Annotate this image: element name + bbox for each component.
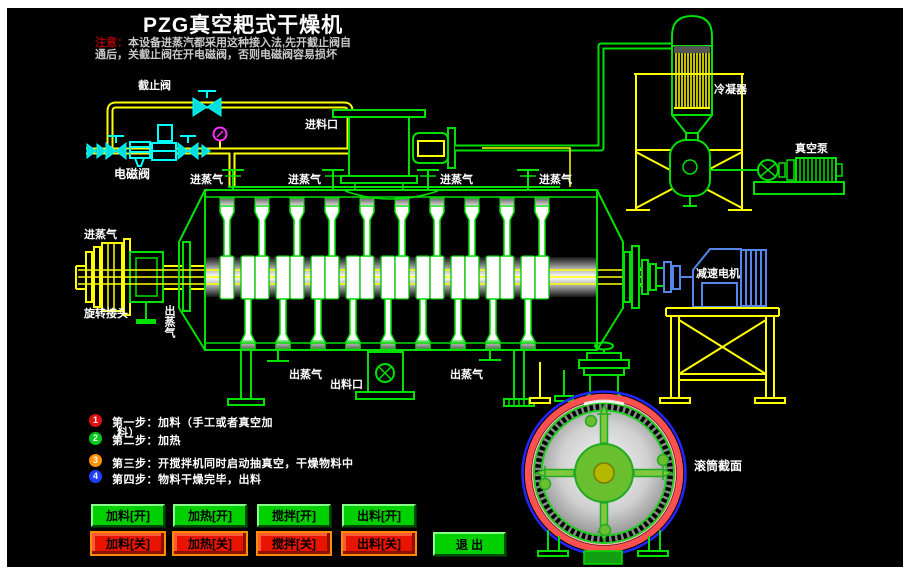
notice-line-1: 注意：本设备进蒸汽都采用这种接入法,先开截止阀自: [95, 37, 351, 49]
step-4-badge: 4: [89, 470, 102, 483]
steam-in-label: 进蒸气: [440, 172, 473, 186]
stop-valve-label: 截止阀: [138, 78, 171, 92]
steam-out-label: 出蒸气: [289, 367, 322, 381]
gear-motor-label: 减速电机: [696, 266, 740, 280]
pressure-gauge-icon: [214, 128, 227, 141]
condenser-label: 冷凝器: [714, 82, 748, 96]
solenoid-valve-icon: [152, 125, 176, 160]
step-2-badge: 2: [89, 432, 102, 445]
page-title: PZG真空耙式干燥机: [143, 9, 343, 39]
discharge-outlet-label: 出料口: [330, 377, 363, 391]
steam-in-label: 进蒸气: [190, 172, 223, 186]
steam-in-label: 进蒸气: [84, 227, 117, 241]
heat-on-button[interactable]: 加热[开]: [173, 504, 247, 527]
notice-warn-label: 注意：: [95, 37, 128, 49]
drum-section-label: 滚筒截面: [694, 458, 742, 473]
vacuum-pump-label: 真空泵: [795, 141, 828, 155]
rotary-joint-label: 旋转接头: [83, 306, 128, 320]
heat-off-button[interactable]: 加热[关]: [172, 531, 248, 556]
feed-inlet-label: 进料口: [305, 117, 338, 131]
feed-on-button[interactable]: 加料[开]: [91, 504, 165, 527]
steam-out-vertical-label: 出蒸气: [163, 304, 177, 339]
vapor-pipe: [455, 46, 672, 187]
solenoid-valve-label: 电磁阀: [114, 166, 150, 181]
hmi-screen: 截止阀 电磁阀 进蒸气 进蒸气 进蒸气 进蒸气 进蒸气 进料口 旋转接头 出蒸气…: [0, 0, 907, 571]
step-4-text: 第四步：物料干燥完毕，出料: [112, 471, 262, 487]
steam-out-label: 出蒸气: [450, 367, 483, 381]
step-3-badge: 3: [89, 454, 102, 467]
step-2-text: 第二步：加热: [112, 432, 181, 448]
stir-on-button[interactable]: 搅拌[开]: [257, 504, 331, 527]
steam-in-label: 进蒸气: [288, 172, 321, 186]
discharge-outlet: [356, 352, 414, 399]
check-valve-icon: [87, 144, 106, 158]
discharge-off-button[interactable]: 出料[关]: [341, 531, 417, 556]
step-3-text: 第三步：开搅拌机同时启动抽真空，干燥物料中: [112, 455, 354, 471]
shaft-coupling: [624, 246, 693, 308]
feed-off-button[interactable]: 加料[关]: [90, 531, 166, 556]
drum-section-view: [523, 343, 686, 565]
step-1-badge: 1: [89, 414, 102, 427]
shaft-hubs: [220, 256, 549, 299]
steam-in-label: 进蒸气: [539, 172, 572, 186]
notice-line-2: 通后，关截止阀在开电磁阀，否则电磁阀容易损坏: [95, 49, 337, 61]
receiver-tank: [670, 140, 710, 206]
stir-off-button[interactable]: 搅拌[关]: [256, 531, 332, 556]
discharge-on-button[interactable]: 出料[开]: [342, 504, 416, 527]
exit-button[interactable]: 退 出: [433, 532, 506, 556]
motor-stand: [660, 308, 785, 403]
condenser: [672, 16, 712, 141]
feed-hopper: [333, 110, 455, 190]
vacuum-pump: [710, 158, 844, 194]
flow-arrow-icon: [202, 145, 210, 157]
